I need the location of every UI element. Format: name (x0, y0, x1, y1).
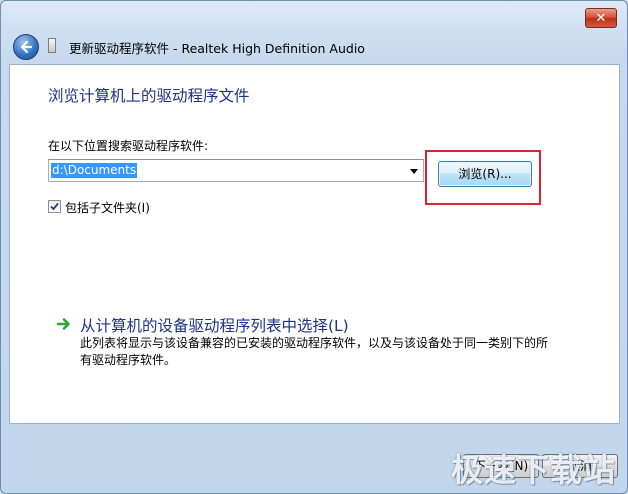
browse-button[interactable]: 浏览(R)... (438, 161, 532, 187)
path-combobox[interactable]: d:\Documents (48, 159, 424, 182)
back-arrow-icon (20, 40, 33, 54)
back-button[interactable] (13, 34, 39, 60)
device-icon (48, 38, 56, 53)
path-input-value[interactable]: d:\Documents (51, 163, 138, 178)
include-subfolders-checkbox[interactable] (48, 200, 61, 213)
include-subfolders-label: 包括子文件夹(I) (65, 201, 150, 215)
checkmark-icon (50, 202, 59, 211)
dialog-window: ✕ 更新驱动程序软件 - Realtek High Definition Aud… (0, 0, 628, 494)
search-location-label: 在以下位置搜索驱动程序软件: (48, 139, 209, 153)
close-icon: ✕ (595, 10, 607, 26)
pick-from-list-link[interactable]: 从计算机的设备驱动程序列表中选择(L) (80, 314, 349, 336)
green-arrow-icon[interactable] (56, 316, 72, 332)
page-heading: 浏览计算机上的驱动程序文件 (48, 87, 250, 105)
pick-from-list-description: 此列表将显示与该设备兼容的已安装的驱动程序软件，以及与该设备处于同一类别下的所有… (80, 336, 549, 367)
window-title: 更新驱动程序软件 - Realtek High Definition Audio (69, 41, 365, 56)
chevron-down-icon[interactable] (407, 164, 421, 178)
content-panel: 浏览计算机上的驱动程序文件 在以下位置搜索驱动程序软件: d:\Document… (9, 64, 620, 424)
watermark-text: 极速下载站 (451, 451, 617, 489)
close-button[interactable]: ✕ (585, 8, 617, 28)
